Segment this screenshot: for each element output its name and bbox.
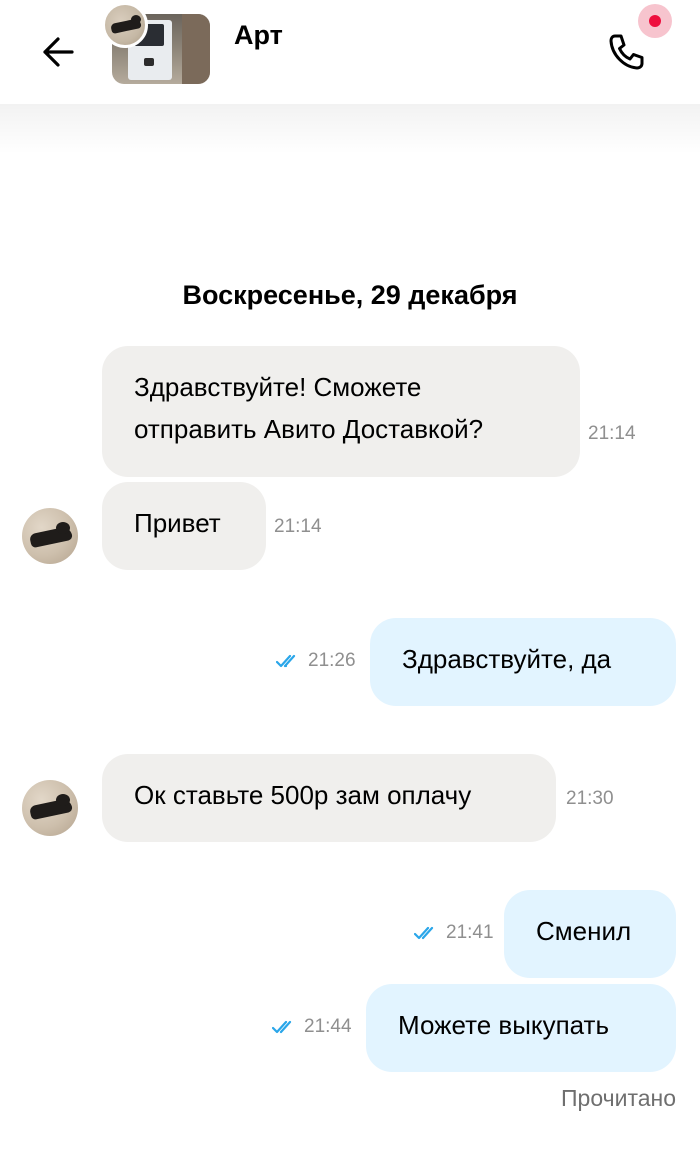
message-time: 21:14 — [274, 516, 322, 537]
message-bubble-outgoing[interactable]: Здравствуйте, да — [370, 618, 676, 706]
message-bubble-outgoing[interactable]: Сменил — [504, 890, 676, 978]
chat-screen: Арт Воскресенье, 29 декабря Здравствуйте… — [0, 0, 700, 1176]
phone-icon — [609, 34, 644, 70]
double-check-icon — [276, 654, 296, 668]
message-text: Ок ставьте 500р зам оплачу — [134, 780, 472, 810]
double-check-icon — [414, 926, 434, 940]
message-time: 21:30 — [566, 788, 614, 809]
message-text: Здравствуйте, да — [402, 644, 612, 674]
date-separator: Воскресенье, 29 декабря — [182, 280, 518, 310]
read-status: Прочитано — [561, 1085, 676, 1111]
message-bubble-incoming[interactable]: Здравствуйте! Сможете отправить Авито До… — [102, 346, 580, 477]
sender-avatar[interactable] — [22, 780, 78, 836]
chat-header: Арт — [0, 0, 700, 104]
contact-avatar[interactable] — [102, 2, 148, 48]
message-time: 21:14 — [588, 423, 636, 444]
message-time: 21:41 — [414, 922, 494, 944]
back-button[interactable] — [36, 30, 80, 74]
double-check-icon — [272, 1020, 292, 1034]
contact-name[interactable]: Арт — [234, 20, 283, 51]
message-time: 21:26 — [276, 650, 356, 672]
message-text: Привет — [134, 508, 221, 538]
message-bubble-incoming[interactable]: Ок ставьте 500р зам оплачу — [102, 754, 556, 842]
message-text: Можете выкупать — [398, 1010, 609, 1040]
message-bubble-incoming[interactable]: Привет — [102, 482, 266, 570]
message-text: Сменил — [536, 916, 632, 946]
message-bubble-outgoing[interactable]: Можете выкупать — [366, 984, 676, 1072]
arrow-left-icon — [43, 37, 74, 67]
call-notification-badge — [638, 4, 672, 38]
message-text: Здравствуйте! Сможете отправить Авито До… — [134, 372, 484, 444]
message-time: 21:44 — [272, 1016, 352, 1038]
sender-avatar[interactable] — [22, 508, 78, 564]
